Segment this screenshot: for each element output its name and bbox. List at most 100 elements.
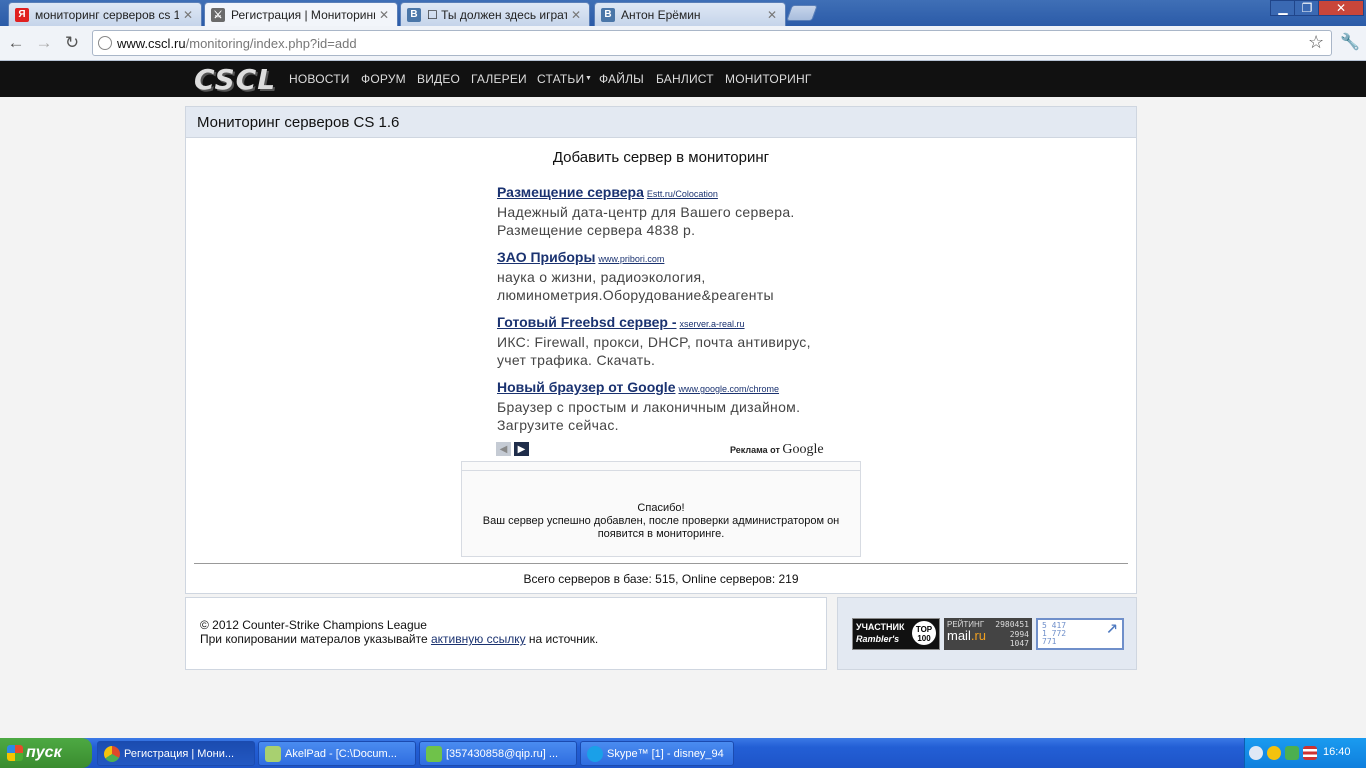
thanks-text: Ваш сервер успешно добавлен, после прове… <box>482 515 840 527</box>
akelpad-icon <box>265 746 281 762</box>
task-label: [357430858@qip.ru] ... <box>446 747 559 760</box>
ads-by-label: Реклама от <box>730 445 780 455</box>
tab-label: ☐ Ты должен здесь играть! <box>427 7 567 22</box>
ad-title-link[interactable]: Готовый Freebsd сервер - <box>497 314 677 330</box>
start-label: пуск <box>26 744 62 761</box>
rambler-top100-counter[interactable]: УЧАСТНИК Rambler's TOP 100 <box>852 618 940 650</box>
dropdown-arrow-icon[interactable]: ▼ <box>585 75 592 82</box>
ad-title-link[interactable]: ЗАО Приборы <box>497 249 595 265</box>
tab-registration[interactable]: ⚔ Регистрация | Мониторинг С ✕ <box>204 2 398 27</box>
ad-url-link[interactable]: www.pribori.com <box>598 254 664 264</box>
ad-text: учет трафика. Скачать. <box>497 352 656 368</box>
url-host: www.cscl.ru <box>117 35 186 51</box>
tab-label: Антон Ерёмин <box>621 7 701 22</box>
task-skype[interactable]: Skype™ [1] - disney_94 <box>580 741 734 766</box>
mailru-brand: .ru <box>970 628 987 643</box>
tray-back-icon[interactable] <box>1249 746 1263 760</box>
mailru-brand: mail <box>947 628 971 643</box>
wrench-menu-icon[interactable]: 🔧 <box>1340 32 1360 52</box>
yandex-icon: Я <box>15 7 29 22</box>
windows-logo-icon <box>7 745 23 761</box>
ad-text: ИКС: Firewall, прокси, DHCP, почта антив… <box>497 334 811 350</box>
thanks-title: Спасибо! <box>637 502 685 514</box>
ad-text: Размещение сервера 4838 р. <box>497 222 696 238</box>
ad-text: люминометрия.Оборудование&реагенты <box>497 287 774 303</box>
close-icon[interactable]: ✕ <box>379 8 391 22</box>
ad-url-link[interactable]: www.google.com/chrome <box>678 384 779 394</box>
address-bar[interactable]: www.cscl.ru/monitoring/index.php?id=add <box>92 30 1332 56</box>
tray-network-icon[interactable] <box>1285 746 1299 760</box>
ad-url-link[interactable]: xserver.a-real.ru <box>680 319 745 329</box>
ads-by-google[interactable]: Реклама от Google <box>730 442 824 458</box>
monitoring-panel: Мониторинг серверов CS 1.6 Добавить серв… <box>185 106 1137 594</box>
minimize-button[interactable]: ▁ <box>1270 0 1296 16</box>
task-label: Регистрация | Мони... <box>124 747 235 760</box>
counters-panel: УЧАСТНИК Rambler's TOP 100 РЕЙТИНГ 298045… <box>837 597 1137 670</box>
task-label: Skype™ [1] - disney_94 <box>607 747 724 760</box>
new-tab-button[interactable] <box>786 5 818 21</box>
menu-monitoring[interactable]: МОНИТОРИНГ <box>725 72 812 86</box>
close-window-button[interactable]: ✕ <box>1318 0 1364 16</box>
ad-text: наука о жизни, радиоэкология, <box>497 269 706 285</box>
add-server-title: Добавить сервер в мониторинг <box>552 149 770 166</box>
tab-label: мониторинг серверов cs 1.6 <box>35 7 179 22</box>
menu-news[interactable]: НОВОСТИ <box>289 72 350 86</box>
top100-badge-line: TOP <box>915 625 933 634</box>
ad-block: Готовый Freebsd сервер - xserver.a-real.r… <box>497 313 837 369</box>
menu-forum[interactable]: ФОРУМ <box>361 72 406 86</box>
menu-video[interactable]: ВИДЕО <box>417 72 460 86</box>
divider <box>194 563 1128 564</box>
task-qip[interactable]: [357430858@qip.ru] ... <box>419 741 577 766</box>
skype-icon <box>587 746 603 762</box>
ad-url-link[interactable]: Estt.ru/Colocation <box>647 189 718 199</box>
bookmark-star-icon[interactable]: ☆ <box>1308 32 1324 53</box>
tray-language-flag-icon[interactable] <box>1303 746 1317 760</box>
start-button[interactable]: пуск <box>0 738 92 768</box>
tray-warning-icon[interactable] <box>1267 746 1281 760</box>
top100-badge: TOP 100 <box>912 621 936 645</box>
forward-icon[interactable]: → <box>32 32 56 54</box>
qip-icon <box>426 746 442 762</box>
liveinternet-counter[interactable]: 5 417 1 772 771 ↗ <box>1036 614 1124 650</box>
mailru-value: 1047 <box>1009 639 1029 648</box>
globe-icon <box>98 36 112 50</box>
vk-icon: B <box>601 7 615 22</box>
tab-vk-play[interactable]: B ☐ Ты должен здесь играть! ✕ <box>400 2 590 26</box>
arrow-up-right-icon: ↗ <box>1105 614 1118 638</box>
reload-icon[interactable]: ↻ <box>60 32 84 54</box>
chrome-icon <box>104 746 120 762</box>
ad-next-icon[interactable]: ▶ <box>514 442 529 456</box>
mailru-logo: mail.ru <box>947 628 987 643</box>
url-path: /monitoring/index.php?id=add <box>185 35 357 51</box>
counter-strike-icon: ⚔ <box>211 8 225 22</box>
ad-prev-icon[interactable]: ◀ <box>496 442 511 456</box>
copy-notice-text: на источник. <box>528 632 599 646</box>
ad-title-link[interactable]: Новый браузер от Google <box>497 379 675 395</box>
menu-files[interactable]: ФАЙЛЫ <box>599 72 644 86</box>
liveinternet-value: 771 <box>1042 637 1057 646</box>
site-logo[interactable]: CSCL <box>188 62 282 96</box>
tab-yandex-search[interactable]: Я мониторинг серверов cs 1.6 ✕ <box>8 2 202 26</box>
menu-banlist[interactable]: БАНЛИСТ <box>656 72 714 86</box>
menu-galleries[interactable]: ГАЛЕРЕИ <box>471 72 527 86</box>
task-akelpad[interactable]: AkelPad - [C:\Docum... <box>258 741 416 766</box>
task-label: AkelPad - [C:\Docum... <box>285 747 397 760</box>
close-icon[interactable]: ✕ <box>767 8 779 22</box>
active-link[interactable]: активную ссылку <box>431 632 526 646</box>
divider <box>462 470 860 471</box>
ad-title-link[interactable]: Размещение сервера <box>497 184 644 200</box>
browser-toolbar: ← → ↻ www.cscl.ru/monitoring/index.php?i… <box>0 26 1366 61</box>
top100-badge-line: 100 <box>917 634 931 643</box>
server-totals: Всего серверов в базе: 515, Online серве… <box>523 572 799 586</box>
menu-articles[interactable]: СТАТЬИ <box>537 72 584 86</box>
close-icon[interactable]: ✕ <box>183 8 195 22</box>
close-icon[interactable]: ✕ <box>571 8 583 22</box>
tab-vk-anton[interactable]: B Антон Ерёмин ✕ <box>594 2 786 26</box>
restore-button[interactable]: ❐ <box>1294 0 1320 16</box>
back-icon[interactable]: ← <box>4 32 28 54</box>
taskbar-clock: 16:40 <box>1323 746 1351 758</box>
ad-text: Надежный дата-центр для Вашего сервера. <box>497 204 795 220</box>
task-chrome[interactable]: Регистрация | Мони... <box>97 741 255 766</box>
panel-title: Мониторинг серверов CS 1.6 <box>186 107 1136 138</box>
mailru-rating-counter[interactable]: РЕЙТИНГ 2980451 2994 1047 mail.ru <box>944 618 1032 650</box>
